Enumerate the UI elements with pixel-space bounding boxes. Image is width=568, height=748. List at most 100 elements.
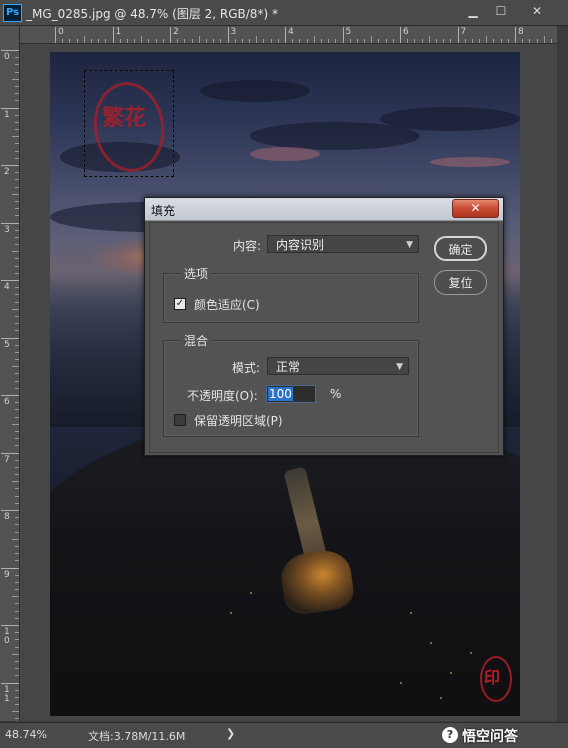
- ruler-minor-tick: [15, 502, 19, 504]
- ruler-minor-tick: [15, 560, 19, 562]
- opacity-unit: %: [330, 387, 342, 401]
- ruler-tick-label: 2: [4, 167, 10, 177]
- zoom-level[interactable]: 48.74%: [5, 728, 47, 741]
- ruler-minor-tick: [15, 409, 19, 411]
- ruler-minor-tick: [364, 39, 366, 43]
- ruler-minor-tick: [15, 545, 19, 547]
- ruler-minor-tick: [134, 39, 136, 43]
- ruler-major-tick: [1, 222, 19, 224]
- ruler-minor-tick: [12, 193, 19, 195]
- ruler-minor-tick: [486, 36, 488, 43]
- ruler-minor-tick: [407, 39, 409, 43]
- ruler-minor-tick: [371, 36, 373, 43]
- ruler-tick-label: 1 0: [4, 627, 10, 646]
- document-tab-title[interactable]: _MG_0285.jpg @ 48.7% (图层 2, RGB/8*) *: [26, 5, 278, 22]
- ruler-minor-tick: [15, 603, 19, 605]
- ruler-minor-tick: [15, 380, 19, 382]
- ruler-minor-tick: [15, 553, 19, 555]
- ruler-major-tick: [55, 27, 56, 43]
- ruler-minor-tick: [12, 653, 19, 655]
- ruler-minor-tick: [15, 459, 19, 461]
- ruler-minor-tick: [12, 251, 19, 253]
- ruler-minor-tick: [220, 39, 222, 43]
- ruler-tick-label: 0: [4, 52, 10, 62]
- ruler-minor-tick: [12, 423, 19, 425]
- ruler-tick-label: 9: [4, 569, 10, 580]
- ruler-minor-tick: [15, 495, 19, 497]
- ruler-minor-tick: [421, 39, 423, 43]
- ruler-minor-tick: [450, 39, 452, 43]
- ruler-major-tick: [112, 27, 114, 43]
- ruler-minor-tick: [15, 143, 19, 145]
- ruler-minor-tick: [205, 39, 207, 43]
- color-adapt-checkbox[interactable]: ✓: [174, 298, 186, 310]
- ruler-tick-label: 0: [58, 27, 64, 37]
- ruler-minor-tick: [306, 39, 308, 43]
- ruler-minor-tick: [198, 36, 200, 43]
- reset-button[interactable]: 复位: [434, 270, 487, 295]
- ruler-minor-tick: [335, 39, 337, 43]
- ruler-major-tick: [170, 27, 171, 43]
- mode-select-value: 正常: [276, 360, 301, 374]
- ruler-minor-tick: [119, 39, 121, 43]
- ruler-minor-tick: [15, 71, 19, 73]
- ruler-minor-tick: [12, 308, 19, 310]
- ruler-minor-tick: [493, 39, 495, 43]
- preserve-transparency-label[interactable]: 保留透明区域(P): [194, 412, 283, 429]
- status-menu-arrow-icon[interactable]: ❯: [226, 727, 235, 740]
- ruler-minor-tick: [15, 660, 19, 662]
- marquee-selection[interactable]: [84, 70, 174, 177]
- horizontal-ruler[interactable]: 0 1 2 3 4 5 6 7 8: [19, 26, 557, 44]
- minimize-button[interactable]: ▁: [460, 3, 486, 20]
- ruler-major-tick: [1, 567, 19, 569]
- opacity-input[interactable]: 100: [266, 385, 316, 403]
- content-select-value: 内容识别: [276, 238, 325, 252]
- ruler-minor-tick: [15, 668, 19, 670]
- ruler-tick-label: 1: [4, 109, 10, 120]
- ruler-minor-tick: [15, 474, 19, 476]
- ruler-minor-tick: [256, 36, 258, 43]
- content-label: 内容:: [233, 239, 262, 253]
- ruler-minor-tick: [15, 639, 19, 641]
- ruler-minor-tick: [15, 179, 19, 181]
- dialog-title: 填充: [151, 204, 176, 218]
- ruler-minor-tick: [15, 265, 19, 267]
- ruler-minor-tick: [83, 36, 85, 43]
- close-button[interactable]: ✕: [524, 3, 550, 20]
- ruler-minor-tick: [435, 39, 437, 43]
- ruler-minor-tick: [15, 315, 19, 317]
- ruler-minor-tick: [15, 200, 19, 202]
- dialog-body: 内容: 内容识别 ▼ 确定 复位 选项 ✓ 颜色适应(C) 混合 模式: 正常 …: [149, 222, 499, 453]
- ruler-minor-tick: [15, 157, 19, 159]
- mode-select[interactable]: 正常 ▼: [267, 357, 409, 375]
- ruler-tick-label: 3: [230, 27, 237, 37]
- opacity-label: 不透明度(O):: [187, 389, 258, 403]
- ruler-tick-label: 6: [403, 27, 409, 37]
- ruler-minor-tick: [15, 294, 19, 296]
- mode-label: 模式:: [232, 361, 261, 375]
- vertical-scrollbar[interactable]: [557, 26, 568, 721]
- preserve-transparency-checkbox[interactable]: [174, 414, 186, 426]
- ruler-minor-tick: [320, 39, 322, 43]
- ruler-minor-tick: [392, 39, 394, 43]
- ruler-minor-tick: [15, 208, 19, 210]
- wukong-logo-icon: ?: [442, 727, 458, 743]
- ruler-major-tick: [1, 625, 19, 626]
- ruler-minor-tick: [15, 244, 19, 246]
- ruler-major-tick: [285, 27, 286, 43]
- ruler-minor-tick: [15, 57, 19, 59]
- ok-button[interactable]: 确定: [434, 236, 487, 261]
- photoshop-logo-icon: Ps: [3, 4, 22, 22]
- ruler-minor-tick: [12, 136, 19, 138]
- maximize-button[interactable]: ☐: [488, 3, 514, 20]
- color-adapt-label[interactable]: 颜色适应(C): [194, 296, 260, 313]
- dialog-title-bar[interactable]: 填充 ✕: [145, 198, 503, 221]
- content-select[interactable]: 内容识别 ▼: [267, 235, 419, 253]
- ruler-minor-tick: [529, 39, 531, 43]
- vertical-ruler[interactable]: 0 1 2 3 4 5 6 7 8 9 1 0 1 1: [0, 26, 20, 721]
- ruler-tick-label: 7: [4, 454, 10, 465]
- ruler-tick-label: 5: [4, 339, 10, 350]
- ruler-minor-tick: [15, 610, 19, 612]
- dialog-close-button[interactable]: ✕: [452, 199, 499, 218]
- ruler-minor-tick: [15, 589, 19, 591]
